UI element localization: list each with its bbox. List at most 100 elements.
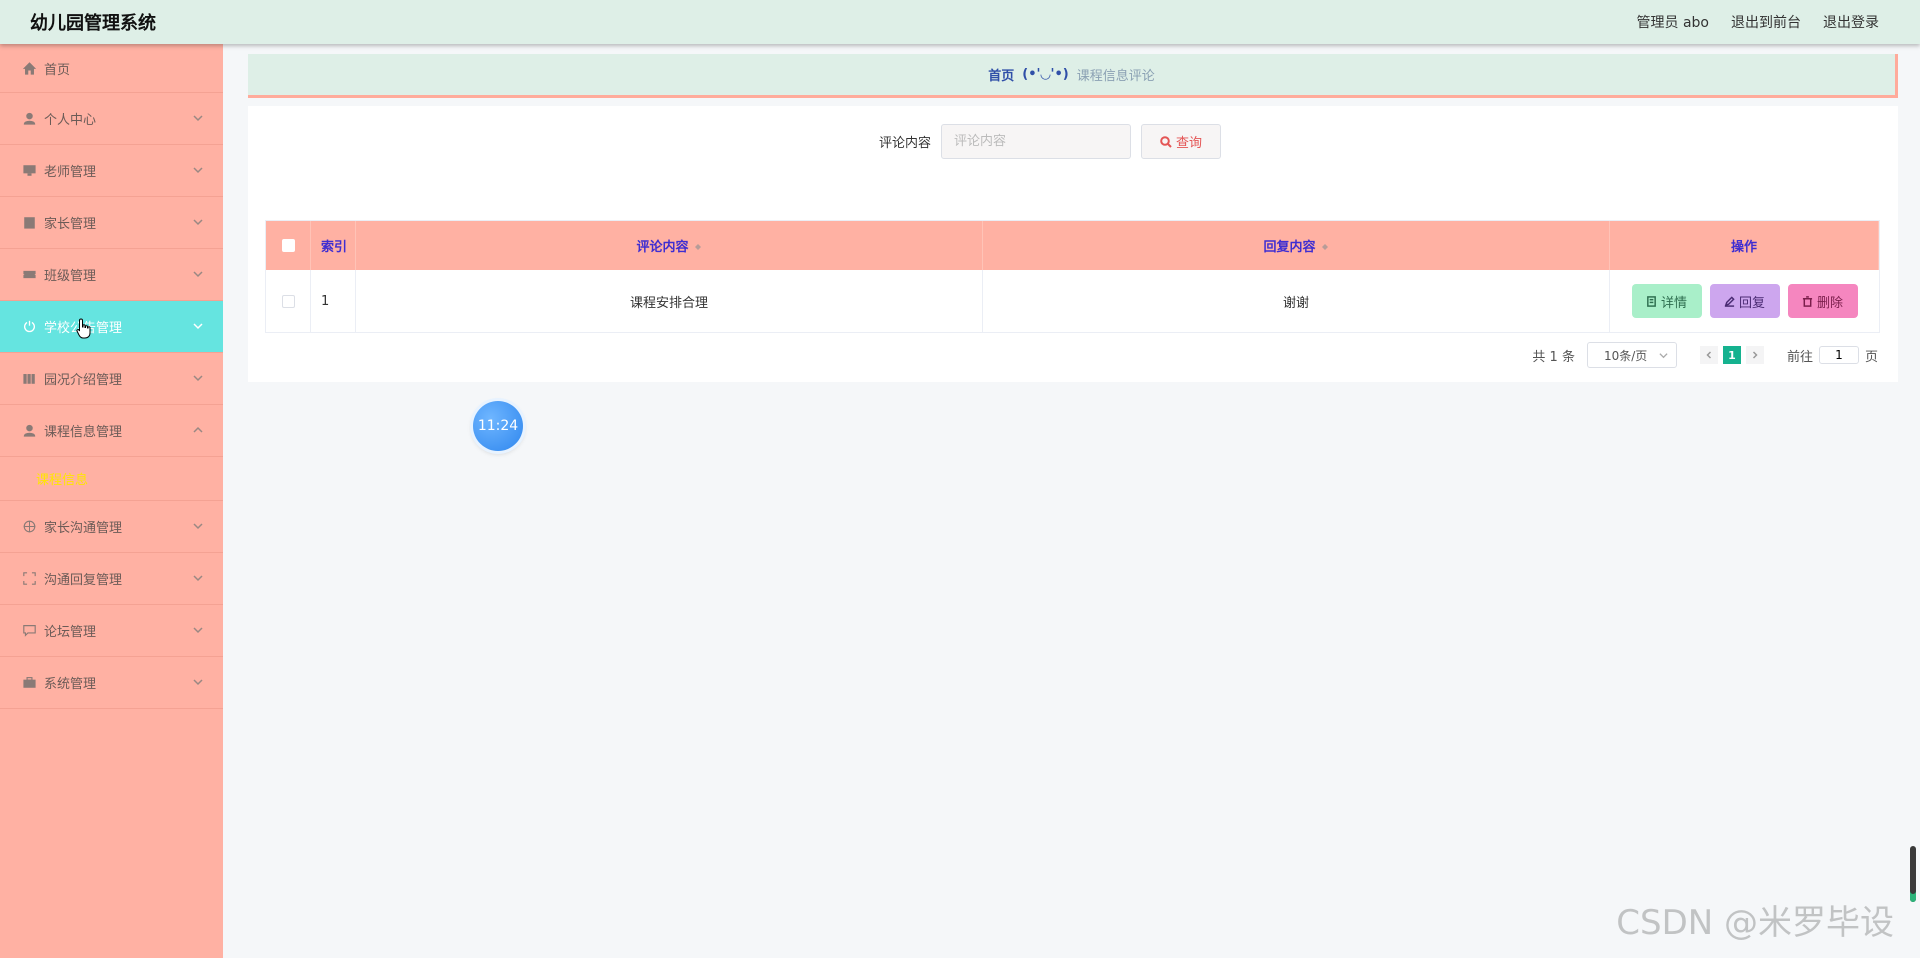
detail-button[interactable]: 详情 <box>1631 284 1702 318</box>
header-links: 管理员 abo 退出到前台 退出登录 <box>1637 12 1879 32</box>
goto-page: 前往 页 <box>1787 346 1878 365</box>
floating-clock[interactable]: 11:24 <box>473 401 523 451</box>
chevron-left-icon <box>1706 351 1711 359</box>
sidebar-subitem-course-info[interactable]: 课程信息 <box>0 457 223 501</box>
sidebar-item-home[interactable]: 首页 <box>0 44 223 93</box>
search-button[interactable]: 查询 <box>1141 124 1221 159</box>
goto-page-input[interactable] <box>1818 346 1859 364</box>
back-to-frontend-link[interactable]: 退出到前台 <box>1731 12 1801 32</box>
header-comment[interactable]: 评论内容 <box>356 221 983 270</box>
sidebar-item-label: 系统管理 <box>44 677 97 692</box>
sidebar-item-parent[interactable]: 家长管理 <box>0 197 223 249</box>
header-checkbox-cell <box>266 221 311 270</box>
sidebar-item-label: 课程信息管理 <box>44 425 123 440</box>
search-bar: 评论内容 查询 <box>248 124 1898 159</box>
bar-icon <box>22 372 36 386</box>
document-icon <box>1647 295 1656 307</box>
trash-icon <box>1802 295 1813 307</box>
chevron-down-icon <box>193 372 203 382</box>
chevron-down-icon <box>193 520 203 530</box>
briefcase-icon <box>22 676 36 690</box>
table-row: 1 课程安排合理 谢谢 详情 回复 删除 <box>266 270 1879 332</box>
delete-button[interactable]: 删除 <box>1787 284 1858 318</box>
sidebar-item-communication-reply[interactable]: 沟通回复管理 <box>0 553 223 605</box>
row-index: 1 <box>311 270 356 332</box>
page-size-value: 10条/页 <box>1603 348 1648 363</box>
header-reply-label: 回复内容 <box>1263 240 1316 255</box>
chat-icon <box>22 624 36 638</box>
next-page-button[interactable] <box>1745 346 1764 364</box>
chevron-down-icon <box>1659 352 1668 358</box>
chevron-down-icon <box>193 216 203 226</box>
sidebar-item-forum[interactable]: 论坛管理 <box>0 605 223 657</box>
breadcrumb-home[interactable]: 首页 <box>988 65 1014 84</box>
delete-button-label: 删除 <box>1816 295 1843 311</box>
chevron-down-icon <box>193 164 203 174</box>
header-index: 索引 <box>311 221 356 270</box>
sidebar-item-label: 家长管理 <box>44 217 97 232</box>
prev-page-button[interactable] <box>1699 346 1718 364</box>
scrollbar-thumb[interactable] <box>1910 846 1916 902</box>
chevron-down-icon <box>193 112 203 122</box>
top-header: 幼儿园管理系统 管理员 abo 退出到前台 退出登录 <box>0 0 1920 44</box>
ticket-icon <box>22 268 36 282</box>
sidebar-item-label: 班级管理 <box>44 269 97 284</box>
header-ops: 操作 <box>1610 221 1879 270</box>
search-button-label: 查询 <box>1175 136 1202 151</box>
sidebar-item-system[interactable]: 系统管理 <box>0 657 223 709</box>
sidebar-item-label: 个人中心 <box>44 113 97 128</box>
detail-button-label: 详情 <box>1660 295 1687 311</box>
monitor-icon <box>22 164 36 178</box>
chevron-down-icon <box>193 624 203 634</box>
sidebar-item-label: 首页 <box>44 62 71 78</box>
sidebar: 首页 个人中心 老师管理 家长管理 班级管理 学校公告管理 园况介绍管理 课程信… <box>0 44 223 958</box>
search-label: 评论内容 <box>878 136 931 151</box>
app-title: 幼儿园管理系统 <box>30 13 156 34</box>
main-panel: 评论内容 查询 索引 评论内容 回复内容 操作 1 课程安排合理 谢谢 详情 <box>248 106 1898 382</box>
edit-icon <box>1724 295 1735 307</box>
power-icon <box>22 320 36 334</box>
breadcrumb-current: 课程信息评论 <box>1076 69 1155 84</box>
logout-link[interactable]: 退出登录 <box>1823 12 1879 32</box>
watermark: CSDN @米罗毕设 <box>1616 903 1894 943</box>
sidebar-item-class[interactable]: 班级管理 <box>0 249 223 301</box>
page-number-current[interactable]: 1 <box>1722 346 1741 364</box>
sort-icon[interactable] <box>694 241 702 251</box>
sidebar-item-label: 家长沟通管理 <box>44 521 123 536</box>
reply-button[interactable]: 回复 <box>1709 284 1780 318</box>
chevron-up-icon <box>193 424 203 434</box>
expand-icon <box>22 572 36 586</box>
row-checkbox[interactable] <box>281 294 295 308</box>
sidebar-item-personal-center[interactable]: 个人中心 <box>0 93 223 145</box>
sidebar-item-school-notice[interactable]: 学校公告管理 <box>0 301 223 353</box>
chevron-down-icon <box>193 676 203 686</box>
comment-search-input[interactable] <box>941 124 1131 159</box>
sidebar-item-label: 沟通回复管理 <box>44 573 123 588</box>
home-icon <box>22 61 36 75</box>
comment-table: 索引 评论内容 回复内容 操作 1 课程安排合理 谢谢 详情 回复 删除 <box>265 220 1880 333</box>
header-comment-label: 评论内容 <box>636 240 689 255</box>
table-header: 索引 评论内容 回复内容 操作 <box>266 221 1879 270</box>
total-count: 共 1 条 <box>1532 349 1575 365</box>
breadcrumb-separator: (•'◡'•) <box>1022 67 1069 82</box>
pagination: 共 1 条 10条/页 1 前往 页 <box>1532 342 1878 368</box>
sidebar-item-label: 园况介绍管理 <box>44 373 123 388</box>
header-reply[interactable]: 回复内容 <box>983 221 1610 270</box>
sidebar-item-kindergarten-intro[interactable]: 园况介绍管理 <box>0 353 223 405</box>
sidebar-item-label: 老师管理 <box>44 165 97 180</box>
row-ops: 详情 回复 删除 <box>1610 270 1879 332</box>
page-size-select[interactable]: 10条/页 <box>1586 342 1677 368</box>
goto-prefix: 前往 <box>1786 349 1813 365</box>
user-icon <box>22 112 36 126</box>
select-all-checkbox[interactable] <box>281 239 295 252</box>
chevron-down-icon <box>193 268 203 278</box>
hand-cursor-icon <box>76 318 91 339</box>
sidebar-item-parent-communication[interactable]: 家长沟通管理 <box>0 501 223 553</box>
chevron-down-icon <box>193 572 203 582</box>
sidebar-item-teacher[interactable]: 老师管理 <box>0 145 223 197</box>
sidebar-item-course-info[interactable]: 课程信息管理 <box>0 405 223 457</box>
target-icon <box>22 520 36 534</box>
sort-icon[interactable] <box>1321 241 1329 251</box>
reply-button-label: 回复 <box>1738 295 1765 311</box>
admin-user-label[interactable]: 管理员 abo <box>1637 12 1709 32</box>
